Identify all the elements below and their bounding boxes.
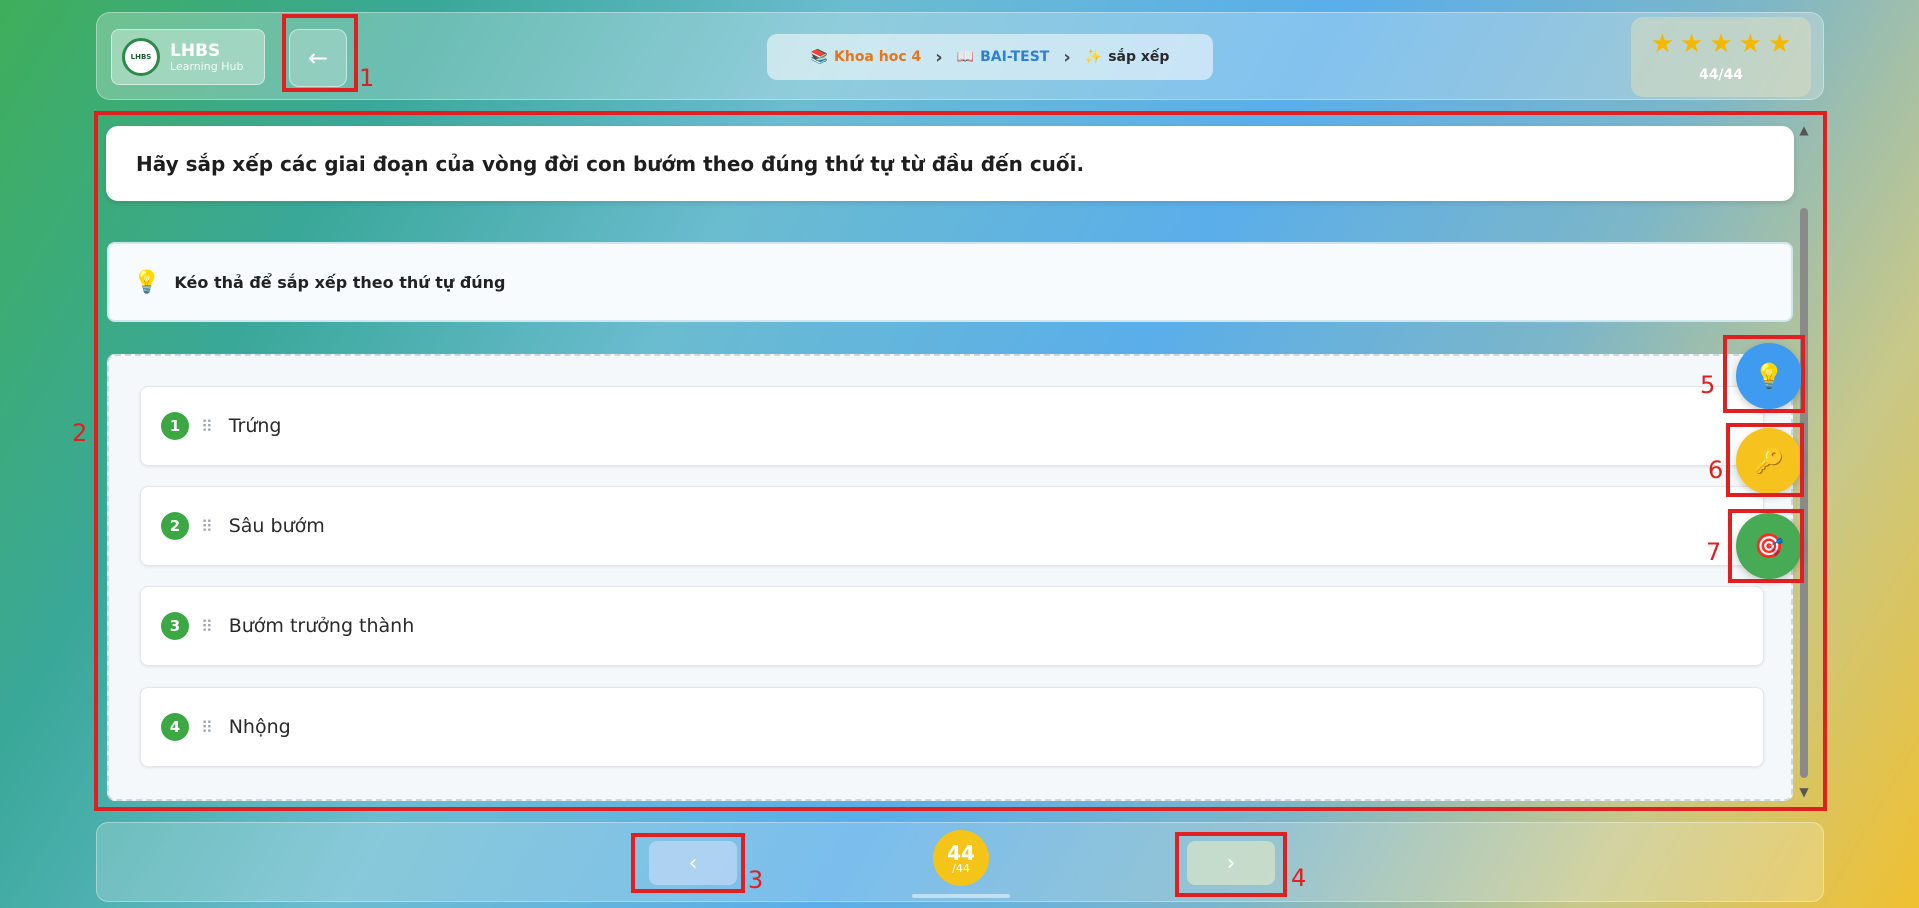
- item-label: Sâu bướm: [228, 515, 325, 537]
- breadcrumb-course[interactable]: 📚 Khoa hoc 4: [811, 49, 922, 65]
- sortable-item[interactable]: 4 ⠿ Nhộng: [140, 687, 1764, 767]
- scroll-up-icon[interactable]: ▲: [1797, 123, 1811, 137]
- target-icon: 🎯: [1754, 532, 1784, 560]
- order-badge: 3: [161, 612, 189, 640]
- top-header: LHBS LHBS Learning Hub ← 📚 Khoa hoc 4 › …: [96, 12, 1824, 100]
- chevron-right-icon: ›: [935, 46, 943, 68]
- annotation-label: 4: [1291, 864, 1307, 892]
- key-icon: 🔑: [1754, 447, 1784, 475]
- sortable-item[interactable]: 3 ⠿ Bướm trưởng thành: [140, 586, 1764, 666]
- item-label: Bướm trưởng thành: [228, 615, 415, 637]
- breadcrumb-lesson[interactable]: 📖 BAI-TEST: [957, 49, 1050, 65]
- drag-handle-icon[interactable]: ⠿: [201, 617, 213, 636]
- item-label: Nhộng: [228, 716, 291, 738]
- instruction-text: Kéo thả để sắp xếp theo thứ tự đúng: [174, 272, 506, 292]
- next-button[interactable]: ›: [1187, 841, 1275, 885]
- sortable-list: 1 ⠿ Trứng 2 ⠿ Sâu bướm 3 ⠿ Bướm trưởng t…: [107, 354, 1793, 801]
- scroll-thumb[interactable]: [1800, 208, 1808, 778]
- sortable-item[interactable]: 2 ⠿ Sâu bướm: [140, 486, 1764, 566]
- sparkles-icon: ✨: [1084, 49, 1103, 65]
- order-badge: 1: [161, 412, 189, 440]
- scroll-down-icon[interactable]: ▼: [1797, 785, 1811, 799]
- logo-subtitle: Learning Hub: [170, 59, 244, 73]
- breadcrumb-current: ✨ sắp xếp: [1084, 49, 1170, 65]
- bottom-nav: ‹ 44 /44 ›: [96, 822, 1824, 902]
- drag-handle-icon[interactable]: ⠿: [201, 718, 213, 737]
- annotation-label: 7: [1706, 538, 1722, 566]
- star-rating: ★ ★ ★ ★ ★: [1651, 31, 1792, 57]
- logo-title: LHBS: [170, 40, 221, 61]
- star-icon: ★: [1738, 29, 1762, 59]
- page-total: /44: [952, 861, 970, 875]
- chevron-right-icon: ›: [1226, 850, 1236, 876]
- score-count: 44/44: [1698, 67, 1744, 83]
- previous-button[interactable]: ‹: [649, 841, 737, 885]
- lightbulb-icon: 💡: [1754, 362, 1784, 390]
- annotation-label: 6: [1708, 456, 1724, 484]
- book-icon: 📖: [956, 49, 975, 65]
- answer-key-button[interactable]: 🔑: [1736, 428, 1802, 494]
- page-indicator: 44 /44: [933, 830, 989, 886]
- question-panel: Hãy sắp xếp các giai đoạn của vòng đời c…: [100, 117, 1820, 807]
- drag-handle-icon[interactable]: ⠿: [201, 517, 213, 536]
- books-icon: 📚: [810, 49, 828, 65]
- instruction-banner: 💡 Kéo thả để sắp xếp theo thứ tự đúng: [107, 242, 1793, 322]
- app-logo[interactable]: LHBS LHBS Learning Hub: [111, 29, 265, 85]
- order-badge: 2: [161, 512, 189, 540]
- score-panel: ★ ★ ★ ★ ★ 44/44: [1631, 17, 1811, 97]
- drag-handle-icon[interactable]: ⠿: [201, 417, 213, 436]
- lightbulb-icon: 💡: [133, 269, 161, 295]
- hint-button[interactable]: 💡: [1736, 343, 1802, 409]
- item-label: Trứng: [228, 415, 282, 437]
- star-icon: ★: [1767, 29, 1792, 59]
- breadcrumb: 📚 Khoa hoc 4 › 📖 BAI-TEST › ✨ sắp xếp: [767, 34, 1213, 80]
- logo-emblem: LHBS: [122, 38, 160, 76]
- star-icon: ★: [1680, 29, 1704, 59]
- annotation-label: 3: [748, 866, 764, 894]
- page-current: 44: [947, 840, 975, 865]
- star-icon: ★: [1650, 29, 1675, 59]
- star-icon: ★: [1709, 29, 1733, 59]
- annotation-label: 2: [72, 419, 88, 447]
- question-text: Hãy sắp xếp các giai đoạn của vòng đời c…: [106, 126, 1794, 201]
- annotation-label: 5: [1700, 371, 1716, 399]
- back-button[interactable]: ←: [289, 29, 347, 87]
- progress-indicator: [912, 894, 1010, 898]
- annotation-label: 1: [359, 64, 375, 92]
- arrow-left-icon: ←: [307, 44, 329, 72]
- sortable-item[interactable]: 1 ⠿ Trứng: [140, 386, 1764, 466]
- check-answer-button[interactable]: 🎯: [1736, 513, 1802, 579]
- order-badge: 4: [161, 713, 189, 741]
- chevron-right-icon: ›: [1063, 46, 1071, 68]
- chevron-left-icon: ‹: [688, 850, 698, 876]
